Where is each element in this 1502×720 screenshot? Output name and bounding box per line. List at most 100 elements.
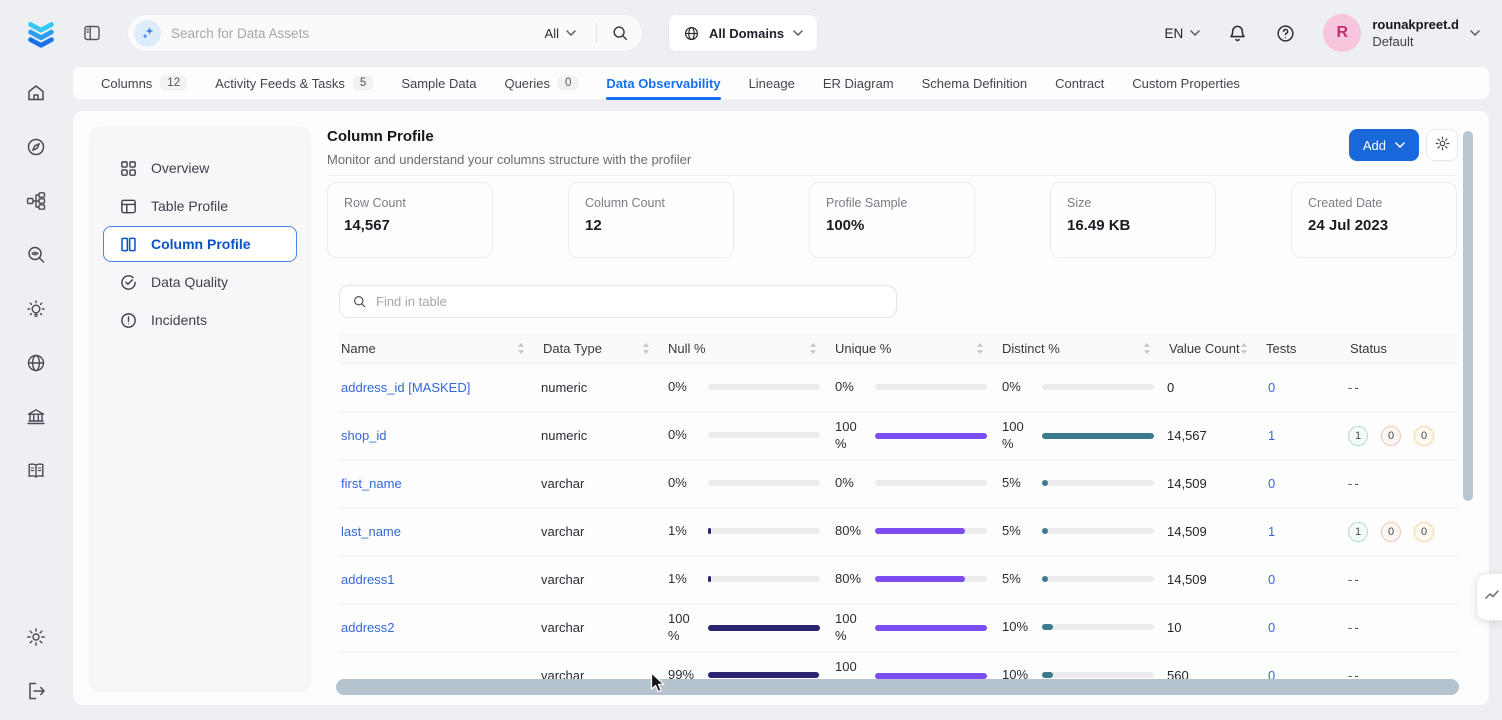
- tab-lineage[interactable]: Lineage: [749, 67, 795, 99]
- profiler-settings-button[interactable]: [1426, 129, 1458, 161]
- sort-icon[interactable]: [517, 343, 525, 354]
- tab-queries[interactable]: Queries0: [504, 67, 578, 99]
- govern-icon[interactable]: [25, 406, 47, 428]
- tests-link[interactable]: 0: [1264, 620, 1275, 635]
- column-name-link[interactable]: address_id [MASKED]: [339, 380, 470, 395]
- unique-percent-value: 0%: [833, 379, 871, 396]
- tab-data-observability[interactable]: Data Observability: [606, 67, 720, 99]
- tests-link[interactable]: 1: [1264, 428, 1275, 443]
- settings-icon[interactable]: [25, 626, 47, 648]
- unique-percent-bar: [875, 625, 987, 631]
- card-value: 14,567: [344, 217, 476, 234]
- column-header-distinct[interactable]: Distinct %: [1000, 341, 1167, 356]
- logout-icon[interactable]: [25, 680, 47, 702]
- glossary-icon[interactable]: [25, 460, 47, 482]
- data-type-cell: varchar: [541, 524, 666, 539]
- null-percent-bar: [708, 384, 820, 390]
- vertical-scrollbar[interactable]: [1463, 131, 1473, 501]
- unique-percent-value: 80%: [833, 523, 871, 540]
- distinct-percent-value: 100 %: [1000, 419, 1038, 453]
- sort-icon[interactable]: [976, 343, 984, 354]
- explore-icon[interactable]: [25, 136, 47, 158]
- app-logo-icon[interactable]: [22, 14, 60, 52]
- status-failed-badge[interactable]: 0: [1414, 522, 1434, 542]
- data-type-cell: varchar: [541, 620, 666, 635]
- sort-icon[interactable]: [1143, 343, 1151, 354]
- status-failed-badge[interactable]: 0: [1414, 426, 1434, 446]
- distinct-percent-bar: [1042, 624, 1154, 630]
- search-icon[interactable]: [611, 24, 629, 42]
- notifications-bell-icon[interactable]: [1227, 23, 1248, 44]
- home-icon[interactable]: [25, 82, 47, 104]
- column-header-unique[interactable]: Unique %: [833, 341, 1000, 356]
- profiler-chart-toggle-button[interactable]: [1476, 573, 1502, 621]
- language-dropdown[interactable]: EN: [1165, 26, 1201, 41]
- sort-icon[interactable]: [809, 343, 817, 354]
- card-label: Created Date: [1308, 196, 1440, 210]
- column-header-null[interactable]: Null %: [666, 341, 833, 356]
- value-count-cell: 14,509: [1167, 524, 1264, 539]
- tests-link[interactable]: 0: [1264, 572, 1275, 587]
- user-menu[interactable]: R rounakpreet.d Default: [1323, 14, 1480, 52]
- tab-custom-properties[interactable]: Custom Properties: [1132, 67, 1240, 99]
- sidebar-toggle-icon[interactable]: [82, 23, 102, 43]
- tests-link[interactable]: 0: [1264, 476, 1275, 491]
- tests-link[interactable]: 0: [1264, 380, 1275, 395]
- tab-activity-feeds-tasks[interactable]: Activity Feeds & Tasks5: [215, 67, 373, 99]
- sort-icon[interactable]: [1240, 343, 1248, 354]
- chevron-down-icon: [1395, 142, 1405, 148]
- lineage-icon[interactable]: [25, 190, 47, 212]
- column-header-value-count[interactable]: Value Count: [1167, 341, 1264, 356]
- sidebar-item-incidents[interactable]: Incidents: [103, 302, 297, 338]
- unique-percent-value: 80%: [833, 571, 871, 588]
- column-name-link[interactable]: first_name: [339, 476, 402, 491]
- horizontal-scrollbar[interactable]: [336, 679, 1459, 695]
- tab-columns[interactable]: Columns12: [101, 67, 187, 99]
- tab-er-diagram[interactable]: ER Diagram: [823, 67, 894, 99]
- distinct-percent-value: 5%: [1000, 523, 1038, 540]
- tests-link[interactable]: 1: [1264, 524, 1275, 539]
- column-name-link[interactable]: last_name: [339, 524, 401, 539]
- distinct-percent-cell: 10%: [1000, 619, 1167, 636]
- ai-sparkle-icon[interactable]: [134, 20, 161, 47]
- tab-label: Contract: [1055, 76, 1104, 91]
- find-in-table-input[interactable]: [376, 294, 884, 309]
- null-percent-bar: [708, 480, 820, 486]
- tab-count-badge: 12: [160, 76, 187, 90]
- add-button-label: Add: [1363, 138, 1386, 153]
- status-success-badge[interactable]: 1: [1348, 522, 1368, 542]
- global-search[interactable]: All: [127, 14, 643, 52]
- observability-icon[interactable]: [25, 244, 47, 266]
- search-scope-dropdown[interactable]: All: [545, 26, 576, 41]
- column-header-name[interactable]: Name: [339, 341, 541, 356]
- tab-contract[interactable]: Contract: [1055, 67, 1104, 99]
- sidebar-item-table-profile[interactable]: Table Profile: [103, 188, 297, 224]
- help-icon[interactable]: [1275, 23, 1296, 44]
- column-name-link[interactable]: address1: [339, 572, 394, 587]
- status-aborted-badge[interactable]: 0: [1381, 426, 1401, 446]
- null-percent-value: 0%: [666, 475, 704, 492]
- domains-icon[interactable]: [25, 352, 47, 374]
- status-success-badge[interactable]: 1: [1348, 426, 1368, 446]
- column-name-link[interactable]: address2: [339, 620, 394, 635]
- search-input[interactable]: [171, 26, 535, 41]
- user-name: rounakpreet.d: [1372, 16, 1459, 34]
- insights-icon[interactable]: [25, 298, 47, 320]
- tab-sample-data[interactable]: Sample Data: [401, 67, 476, 99]
- sidebar-item-data-quality[interactable]: Data Quality: [103, 264, 297, 300]
- search-divider: [596, 23, 597, 43]
- active-tab-underline: [606, 97, 720, 100]
- sort-icon[interactable]: [642, 343, 650, 354]
- summary-card-created-date: Created Date24 Jul 2023: [1291, 182, 1457, 258]
- unique-percent-cell: 80%: [833, 523, 1000, 540]
- column-name-link[interactable]: shop_id: [339, 428, 387, 443]
- tab-schema-definition[interactable]: Schema Definition: [922, 67, 1028, 99]
- domains-dropdown[interactable]: All Domains: [668, 14, 818, 52]
- add-button[interactable]: Add: [1349, 129, 1419, 161]
- find-in-table[interactable]: [339, 285, 897, 318]
- tab-label: Data Observability: [606, 76, 720, 91]
- status-aborted-badge[interactable]: 0: [1381, 522, 1401, 542]
- sidebar-item-overview[interactable]: Overview: [103, 150, 297, 186]
- column-header-data-type[interactable]: Data Type: [541, 341, 666, 356]
- sidebar-item-column-profile[interactable]: Column Profile: [103, 226, 297, 262]
